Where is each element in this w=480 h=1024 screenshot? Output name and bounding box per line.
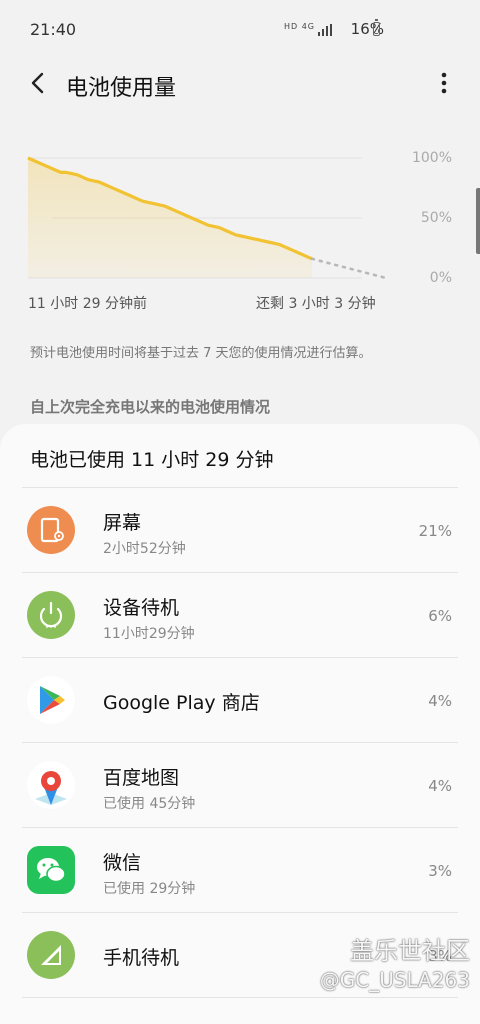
more-options-icon[interactable]: [434, 70, 454, 96]
signal-icon: [318, 24, 332, 36]
app-usage-time: 已使用 45分钟: [103, 796, 196, 812]
app-row-google-play[interactable]: Google Play 商店 4%: [0, 658, 480, 743]
app-header: 电池使用量: [0, 58, 480, 110]
watermark-title: 盖乐世社区: [350, 937, 470, 965]
network-indicator: HD 4G: [284, 22, 316, 31]
x-end-label: 还剩 3 小时 3 分钟: [256, 296, 376, 312]
battery-icon: [373, 19, 380, 36]
divider: [22, 997, 458, 998]
app-percent: 4%: [428, 777, 452, 795]
battery-projection-line: [310, 257, 388, 280]
baidu-map-icon: [27, 761, 75, 809]
app-name: 手机待机: [103, 947, 180, 969]
app-name: 屏幕: [103, 512, 142, 534]
app-row-baidu-map[interactable]: 百度地图 已使用 45分钟 4%: [0, 743, 480, 828]
y-tick-100: 100%: [411, 150, 452, 166]
app-row-device-standby[interactable]: 设备待机 11小时29分钟 6%: [0, 573, 480, 658]
estimate-note: 预计电池使用时间将基于过去 7 天您的使用情况进行估算。: [30, 346, 372, 361]
status-bar: 21:40 HD 4G 16%: [0, 0, 480, 60]
watermark-handle: @GC_USLA263: [319, 968, 470, 992]
app-row-screen[interactable]: 屏幕 2小时52分钟 21%: [0, 488, 480, 573]
app-name: 百度地图: [103, 767, 180, 789]
google-play-icon: [27, 676, 75, 724]
app-name: 设备待机: [103, 597, 180, 619]
phone-standby-icon: [27, 931, 75, 979]
usage-total-title: 电池已使用 11 小时 29 分钟: [30, 449, 274, 471]
x-start-label: 11 小时 29 分钟前: [28, 296, 147, 312]
power-icon: [27, 591, 75, 639]
status-time: 21:40: [30, 20, 77, 39]
y-tick-0: 0%: [429, 270, 452, 286]
app-usage-time: 已使用 29分钟: [103, 881, 196, 897]
app-name: 微信: [103, 852, 142, 874]
app-name: Google Play 商店: [103, 692, 260, 714]
app-usage-time: 2小时52分钟: [103, 541, 186, 557]
app-usage-time: 11小时29分钟: [103, 626, 195, 642]
y-tick-50: 50%: [420, 210, 452, 226]
screen-icon: [27, 506, 75, 554]
back-icon[interactable]: [26, 68, 52, 98]
battery-chart: [27, 156, 388, 280]
wechat-icon: [27, 846, 75, 894]
section-title: 自上次完全充电以来的电池使用情况: [30, 398, 271, 416]
app-row-wechat[interactable]: 微信 已使用 29分钟 3%: [0, 828, 480, 913]
app-percent: 4%: [428, 692, 452, 710]
page-title: 电池使用量: [66, 76, 177, 101]
app-percent: 6%: [428, 607, 452, 625]
app-percent: 21%: [418, 522, 452, 540]
app-percent: 3%: [428, 862, 452, 880]
